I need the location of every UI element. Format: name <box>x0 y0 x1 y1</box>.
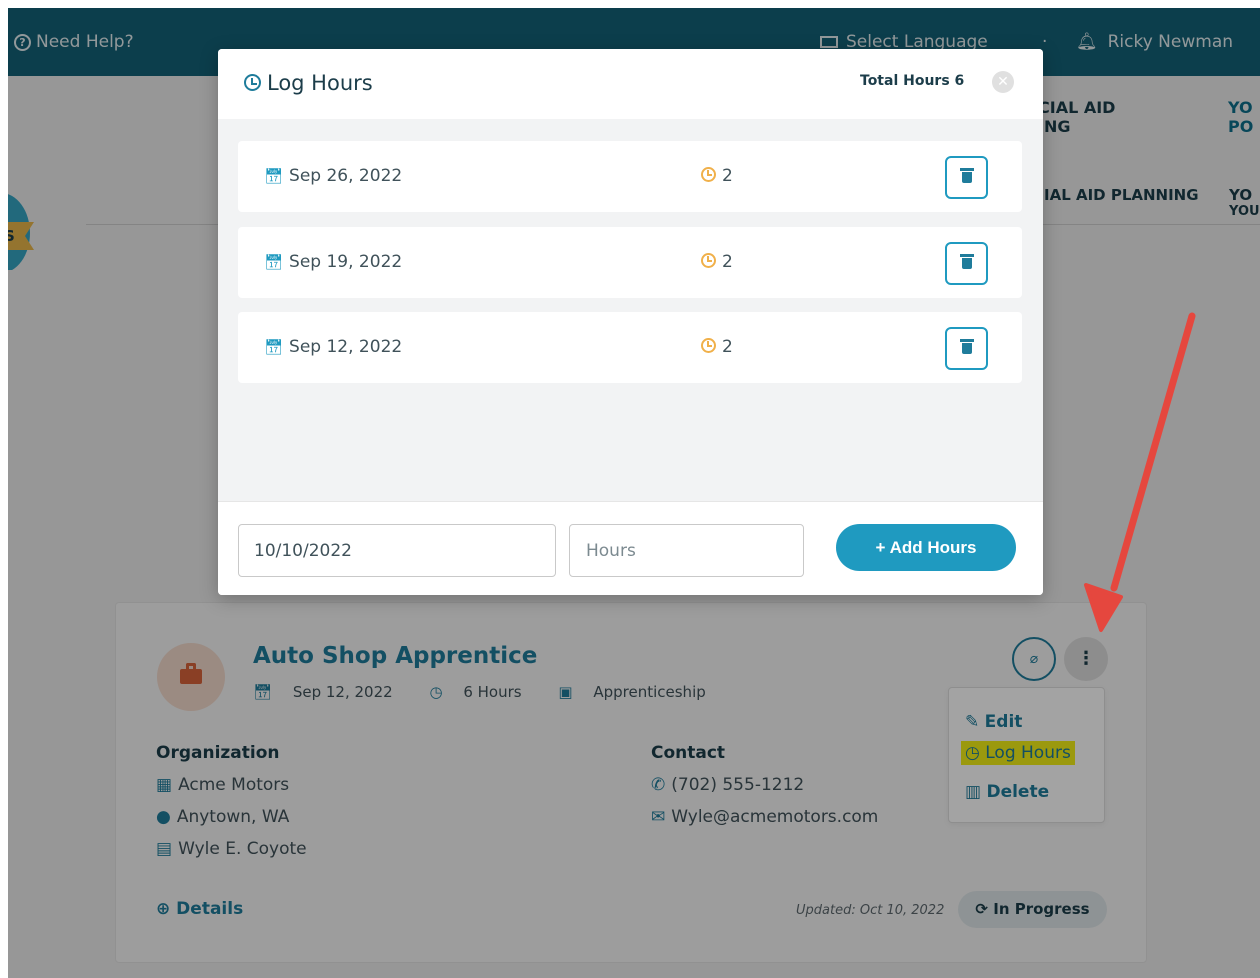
arrow-shaft <box>1110 312 1196 592</box>
arrow-head <box>1084 583 1123 632</box>
annotation-arrow <box>1084 312 1196 632</box>
